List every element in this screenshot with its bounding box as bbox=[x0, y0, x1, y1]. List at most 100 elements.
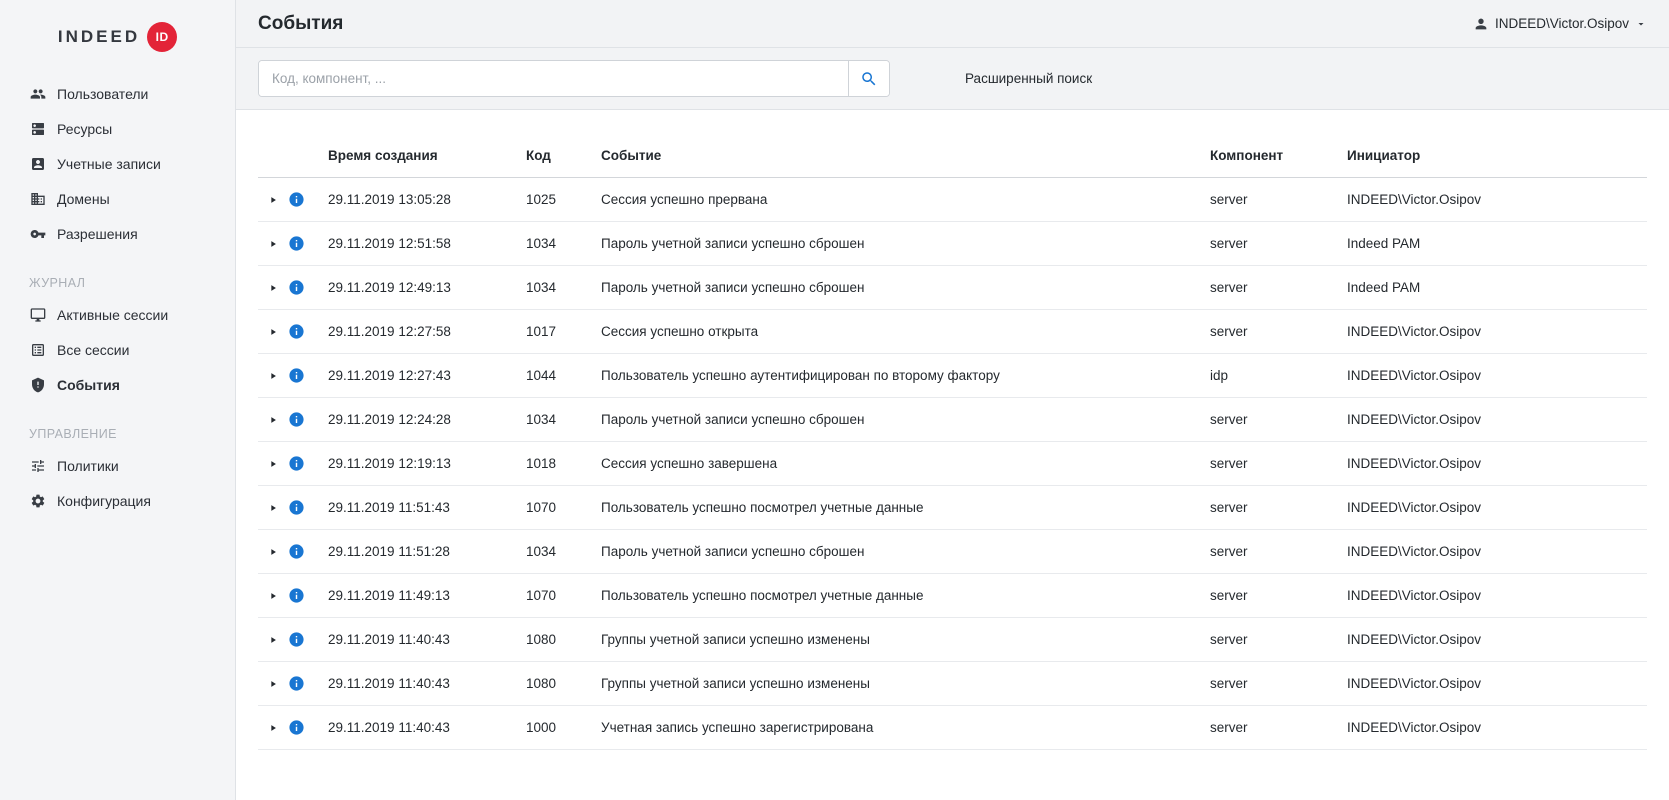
expand-row-button[interactable] bbox=[258, 547, 288, 557]
sidebar-item-permissions[interactable]: Разрешения bbox=[0, 216, 235, 251]
sidebar-item-events[interactable]: События bbox=[0, 367, 235, 402]
user-menu[interactable]: INDEED\Victor.Osipov bbox=[1473, 16, 1647, 32]
sidebar-item-label: Конфигурация bbox=[57, 493, 151, 509]
sidebar-item-resources[interactable]: Ресурсы bbox=[0, 111, 235, 146]
event-time: 29.11.2019 11:40:43 bbox=[328, 676, 526, 691]
event-initiator: INDEED\Victor.Osipov bbox=[1347, 676, 1647, 691]
sidebar-item-active-sessions[interactable]: Активные сессии bbox=[0, 297, 235, 332]
table-row: 29.11.2019 11:51:43 1070 Пользователь ус… bbox=[258, 486, 1647, 530]
expand-row-button[interactable] bbox=[258, 503, 288, 513]
info-button[interactable] bbox=[288, 411, 328, 428]
sidebar-item-users[interactable]: Пользователи bbox=[0, 76, 235, 111]
expand-caret-icon bbox=[268, 327, 278, 337]
column-header-event: Событие bbox=[601, 148, 1210, 163]
user-name: INDEED\Victor.Osipov bbox=[1495, 16, 1629, 31]
expand-row-button[interactable] bbox=[258, 415, 288, 425]
expand-row-button[interactable] bbox=[258, 591, 288, 601]
expand-caret-icon bbox=[268, 679, 278, 689]
info-button[interactable] bbox=[288, 279, 328, 296]
table-row: 29.11.2019 12:19:13 1018 Сессия успешно … bbox=[258, 442, 1647, 486]
expand-caret-icon bbox=[268, 283, 278, 293]
expand-row-button[interactable] bbox=[258, 371, 288, 381]
all-sessions-icon bbox=[29, 341, 46, 358]
search-group bbox=[258, 60, 890, 97]
event-name: Группы учетной записи успешно изменены bbox=[601, 632, 1210, 647]
event-component: idp bbox=[1210, 368, 1347, 383]
sidebar-item-all-sessions[interactable]: Все сессии bbox=[0, 332, 235, 367]
table-header: Время создания Код Событие Компонент Ини… bbox=[258, 134, 1647, 178]
top-bar: События INDEED\Victor.Osipov bbox=[236, 0, 1669, 48]
search-input[interactable] bbox=[259, 61, 848, 96]
sidebar-item-label: Разрешения bbox=[57, 226, 138, 242]
info-button[interactable] bbox=[288, 323, 328, 340]
event-code: 1070 bbox=[526, 588, 601, 603]
search-bar: Расширенный поиск bbox=[236, 48, 1669, 110]
event-code: 1080 bbox=[526, 676, 601, 691]
event-time: 29.11.2019 11:49:13 bbox=[328, 588, 526, 603]
event-time: 29.11.2019 13:05:28 bbox=[328, 192, 526, 207]
expand-row-button[interactable] bbox=[258, 327, 288, 337]
info-button[interactable] bbox=[288, 587, 328, 604]
sidebar-section-management: УПРАВЛЕНИЕ bbox=[0, 427, 235, 441]
chevron-down-icon bbox=[1635, 18, 1647, 30]
expand-row-button[interactable] bbox=[258, 239, 288, 249]
event-code: 1000 bbox=[526, 720, 601, 735]
info-icon bbox=[288, 543, 305, 560]
info-button[interactable] bbox=[288, 235, 328, 252]
event-initiator: INDEED\Victor.Osipov bbox=[1347, 456, 1647, 471]
sidebar-item-configuration[interactable]: Конфигурация bbox=[0, 483, 235, 518]
event-name: Учетная запись успешно зарегистрирована bbox=[601, 720, 1210, 735]
info-button[interactable] bbox=[288, 191, 328, 208]
table-row: 29.11.2019 11:51:28 1034 Пароль учетной … bbox=[258, 530, 1647, 574]
event-initiator: INDEED\Victor.Osipov bbox=[1347, 720, 1647, 735]
info-icon bbox=[288, 587, 305, 604]
event-time: 29.11.2019 11:51:28 bbox=[328, 544, 526, 559]
sidebar-item-accounts[interactable]: Учетные записи bbox=[0, 146, 235, 181]
event-time: 29.11.2019 12:27:58 bbox=[328, 324, 526, 339]
info-button[interactable] bbox=[288, 455, 328, 472]
advanced-search-link[interactable]: Расширенный поиск bbox=[965, 71, 1092, 86]
event-component: server bbox=[1210, 632, 1347, 647]
event-time: 29.11.2019 12:49:13 bbox=[328, 280, 526, 295]
info-button[interactable] bbox=[288, 367, 328, 384]
expand-row-button[interactable] bbox=[258, 459, 288, 469]
expand-caret-icon bbox=[268, 591, 278, 601]
info-button[interactable] bbox=[288, 631, 328, 648]
sidebar-item-policies[interactable]: Политики bbox=[0, 448, 235, 483]
event-initiator: INDEED\Victor.Osipov bbox=[1347, 368, 1647, 383]
event-name: Сессия успешно завершена bbox=[601, 456, 1210, 471]
event-code: 1070 bbox=[526, 500, 601, 515]
expand-row-button[interactable] bbox=[258, 195, 288, 205]
info-icon bbox=[288, 279, 305, 296]
info-button[interactable] bbox=[288, 675, 328, 692]
configuration-icon bbox=[29, 492, 46, 509]
event-initiator: Indeed PAM bbox=[1347, 236, 1647, 251]
event-name: Пароль учетной записи успешно сброшен bbox=[601, 544, 1210, 559]
event-code: 1018 bbox=[526, 456, 601, 471]
info-button[interactable] bbox=[288, 499, 328, 516]
info-button[interactable] bbox=[288, 719, 328, 736]
expand-caret-icon bbox=[268, 459, 278, 469]
column-header-initiator: Инициатор bbox=[1347, 148, 1647, 163]
expand-row-button[interactable] bbox=[258, 679, 288, 689]
event-name: Сессия успешно открыта bbox=[601, 324, 1210, 339]
expand-row-button[interactable] bbox=[258, 635, 288, 645]
table-row: 29.11.2019 12:27:58 1017 Сессия успешно … bbox=[258, 310, 1647, 354]
event-name: Пароль учетной записи успешно сброшен bbox=[601, 412, 1210, 427]
info-icon bbox=[288, 411, 305, 428]
event-time: 29.11.2019 11:51:43 bbox=[328, 500, 526, 515]
event-initiator: INDEED\Victor.Osipov bbox=[1347, 544, 1647, 559]
sidebar-item-label: Учетные записи bbox=[57, 156, 161, 172]
expand-caret-icon bbox=[268, 503, 278, 513]
event-initiator: INDEED\Victor.Osipov bbox=[1347, 412, 1647, 427]
expand-row-button[interactable] bbox=[258, 723, 288, 733]
info-button[interactable] bbox=[288, 543, 328, 560]
sidebar-item-domains[interactable]: Домены bbox=[0, 181, 235, 216]
main-area: События INDEED\Victor.Osipov Расширенный… bbox=[236, 0, 1669, 800]
event-component: server bbox=[1210, 412, 1347, 427]
expand-caret-icon bbox=[268, 723, 278, 733]
event-component: server bbox=[1210, 192, 1347, 207]
expand-row-button[interactable] bbox=[258, 283, 288, 293]
search-button[interactable] bbox=[848, 61, 889, 96]
resources-icon bbox=[29, 120, 46, 137]
